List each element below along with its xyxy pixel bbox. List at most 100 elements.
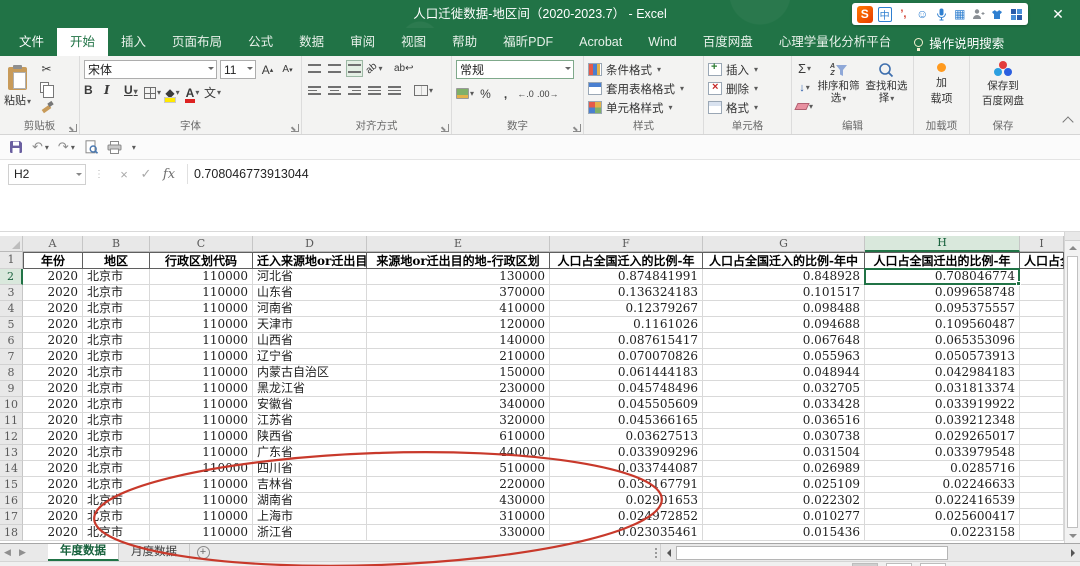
cell-H4[interactable]: 0.095375557 — [865, 301, 1020, 317]
cell-C6[interactable]: 110000 — [150, 333, 253, 349]
redo-icon[interactable]: ↷ — [58, 139, 75, 155]
collapse-ribbon-icon[interactable] — [1062, 116, 1073, 127]
font-name-combo[interactable]: 宋体 — [84, 60, 217, 79]
cell-G14[interactable]: 0.026989 — [703, 461, 865, 477]
cell-C10[interactable]: 110000 — [150, 397, 253, 413]
ribbon-tab-acrobat[interactable]: Acrobat — [566, 28, 635, 56]
cell-H10[interactable]: 0.033919922 — [865, 397, 1020, 413]
ribbon-tab-data[interactable]: 数据 — [286, 28, 337, 56]
alignment-dialog-launcher[interactable] — [441, 124, 449, 132]
underline-button[interactable]: U — [124, 84, 141, 101]
number-dialog-launcher[interactable] — [573, 124, 581, 132]
fill-color-icon[interactable]: ◆ — [164, 84, 181, 101]
cell-F5[interactable]: 0.1161026 — [550, 317, 703, 333]
cell-I17[interactable] — [1020, 509, 1064, 525]
copy-icon[interactable] — [38, 79, 55, 96]
cell-I6[interactable] — [1020, 333, 1064, 349]
cell-D10[interactable]: 安徽省 — [253, 397, 367, 413]
scroll-right-icon[interactable] — [1065, 549, 1080, 557]
format-as-table-button[interactable]: 套用表格格式 — [588, 79, 699, 98]
sort-filter-button[interactable]: AZ 排序和筛选 — [816, 60, 861, 105]
sheet-tab-monthly-data[interactable]: 月度数据 — [119, 544, 190, 561]
print-icon[interactable] — [107, 141, 122, 154]
cell-B9[interactable]: 北京市 — [83, 381, 150, 397]
cell-E4[interactable]: 410000 — [367, 301, 550, 317]
sogou-logo-icon[interactable]: S — [857, 6, 873, 23]
cell-H15[interactable]: 0.02246633 — [865, 477, 1020, 493]
autosum-button[interactable]: Σ — [796, 60, 813, 77]
cell-H11[interactable]: 0.039212348 — [865, 413, 1020, 429]
ribbon-tab-home[interactable]: 开始 — [57, 28, 108, 56]
cell-H18[interactable]: 0.0223158 — [865, 525, 1020, 541]
cell-C9[interactable]: 110000 — [150, 381, 253, 397]
cell-C5[interactable]: 110000 — [150, 317, 253, 333]
vertical-scrollbar[interactable] — [1064, 232, 1080, 543]
cell-B18[interactable]: 北京市 — [83, 525, 150, 541]
cell-D11[interactable]: 江苏省 — [253, 413, 367, 429]
cell-B11[interactable]: 北京市 — [83, 413, 150, 429]
font-dialog-launcher[interactable] — [291, 124, 299, 132]
scroll-down-icon[interactable] — [1065, 529, 1080, 543]
cell-A14[interactable]: 2020 — [23, 461, 83, 477]
print-preview-icon[interactable] — [84, 140, 98, 154]
row-header-2[interactable]: 2 — [0, 269, 23, 285]
cell-C13[interactable]: 110000 — [150, 445, 253, 461]
cell-I14[interactable] — [1020, 461, 1064, 477]
skin-icon[interactable] — [990, 7, 1004, 22]
insert-cells-button[interactable]: 插入 — [708, 60, 787, 79]
cell-B10[interactable]: 北京市 — [83, 397, 150, 413]
cell-G4[interactable]: 0.098488 — [703, 301, 865, 317]
conditional-formatting-button[interactable]: 条件格式 — [588, 60, 699, 79]
cell-C7[interactable]: 110000 — [150, 349, 253, 365]
v-scroll-thumb[interactable] — [1067, 256, 1078, 528]
delete-cells-button[interactable]: 删除 — [708, 79, 787, 98]
cell-E3[interactable]: 370000 — [367, 285, 550, 301]
row-header-18[interactable]: 18 — [0, 525, 23, 541]
bold-button[interactable]: B — [84, 84, 101, 101]
quote-icon[interactable]: ’, — [897, 7, 911, 22]
cell-E7[interactable]: 210000 — [367, 349, 550, 365]
cell-E13[interactable]: 440000 — [367, 445, 550, 461]
cell-F15[interactable]: 0.033167791 — [550, 477, 703, 493]
cell-A9[interactable]: 2020 — [23, 381, 83, 397]
cell-C14[interactable]: 110000 — [150, 461, 253, 477]
cell-B2[interactable]: 北京市 — [83, 269, 150, 285]
cell-A16[interactable]: 2020 — [23, 493, 83, 509]
cell-C18[interactable]: 110000 — [150, 525, 253, 541]
cell-A4[interactable]: 2020 — [23, 301, 83, 317]
cell-H8[interactable]: 0.042984183 — [865, 365, 1020, 381]
select-all-button[interactable] — [0, 236, 23, 252]
cell-F11[interactable]: 0.045366165 — [550, 413, 703, 429]
column-header-C[interactable]: C — [150, 236, 253, 252]
cell-H16[interactable]: 0.022416539 — [865, 493, 1020, 509]
row-header-9[interactable]: 9 — [0, 381, 23, 397]
cell-I13[interactable] — [1020, 445, 1064, 461]
undo-icon[interactable]: ↶ — [32, 139, 49, 155]
cell-D5[interactable]: 天津市 — [253, 317, 367, 333]
cell-D4[interactable]: 河南省 — [253, 301, 367, 317]
cell-D13[interactable]: 广东省 — [253, 445, 367, 461]
cell-G2[interactable]: 0.848928 — [703, 269, 865, 285]
font-color-icon[interactable]: A — [184, 84, 201, 101]
cell-F18[interactable]: 0.023035461 — [550, 525, 703, 541]
cell-A6[interactable]: 2020 — [23, 333, 83, 349]
cell-G3[interactable]: 0.101517 — [703, 285, 865, 301]
cancel-icon[interactable]: × — [113, 167, 135, 182]
column-header-D[interactable]: D — [253, 236, 367, 252]
cell-G15[interactable]: 0.025109 — [703, 477, 865, 493]
row-header-7[interactable]: 7 — [0, 349, 23, 365]
name-box[interactable]: H2 — [8, 164, 86, 185]
cut-icon[interactable]: ✂ — [38, 60, 55, 77]
cell-G7[interactable]: 0.055963 — [703, 349, 865, 365]
cell-G5[interactable]: 0.094688 — [703, 317, 865, 333]
decrease-indent-icon[interactable] — [366, 82, 383, 99]
cell-H7[interactable]: 0.050573913 — [865, 349, 1020, 365]
cell-B12[interactable]: 北京市 — [83, 429, 150, 445]
cell-D6[interactable]: 山西省 — [253, 333, 367, 349]
column-header-H[interactable]: H — [865, 236, 1020, 252]
cell-H17[interactable]: 0.025600417 — [865, 509, 1020, 525]
row-header-4[interactable]: 4 — [0, 301, 23, 317]
ribbon-tab-wind[interactable]: Wind — [635, 28, 689, 56]
find-select-button[interactable]: 查找和选择 — [864, 60, 909, 105]
cell-G13[interactable]: 0.031504 — [703, 445, 865, 461]
